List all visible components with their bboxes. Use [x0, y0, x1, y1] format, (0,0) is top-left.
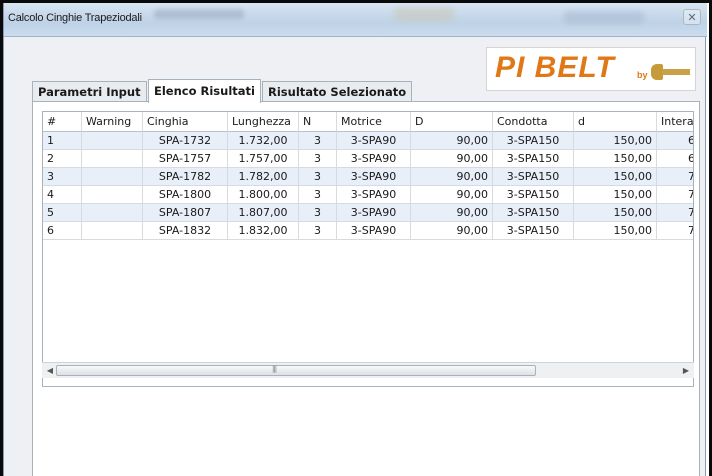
cell-index: 5	[43, 204, 82, 222]
cell-motrice: 3-SPA90	[337, 168, 411, 186]
cell-lunghezza: 1.757,00	[228, 150, 299, 168]
cell-condotta: 3-SPA150	[493, 168, 574, 186]
title-bar[interactable]: Calcolo Cinghie Trapeziodali ✕	[4, 3, 707, 37]
cell-n: 3	[299, 186, 337, 204]
table-row[interactable]: 1 SPA-1732 1.732,00 3 3-SPA90 90,00 3-SPA150 15…	[43, 132, 693, 150]
tab-parametri-input[interactable]: Parametri Input	[32, 81, 147, 102]
cell-warning	[82, 168, 143, 186]
cell-interasse: 71	[657, 186, 693, 204]
cell-d-condotta: 150,00	[574, 168, 657, 186]
logo-brand-text: PI BELT	[495, 51, 615, 84]
cell-d-motrice: 90,00	[411, 204, 493, 222]
cell-cinghia: SPA-1832	[143, 222, 228, 240]
cell-d-motrice: 90,00	[411, 222, 493, 240]
column-header-lunghezza[interactable]: Lunghezza	[228, 112, 299, 132]
cell-index: 2	[43, 150, 82, 168]
cell-d-condotta: 150,00	[574, 132, 657, 150]
cell-n: 3	[299, 168, 337, 186]
cell-d-motrice: 90,00	[411, 186, 493, 204]
column-header-cinghia[interactable]: Cinghia	[143, 112, 228, 132]
cell-motrice: 3-SPA90	[337, 186, 411, 204]
app-window: Calcolo Cinghie Trapeziodali ✕ PI BELT b…	[3, 3, 707, 476]
scroll-grip-icon: |||	[272, 365, 277, 373]
table-row[interactable]: 5 SPA-1807 1.807,00 3 3-SPA90 90,00 3-SPA150 15…	[43, 204, 693, 222]
table-row[interactable]: 2 SPA-1757 1.757,00 3 3-SPA90 90,00 3-SPA150 15…	[43, 150, 693, 168]
cell-condotta: 3-SPA150	[493, 222, 574, 240]
cell-condotta: 3-SPA150	[493, 150, 574, 168]
results-panel: # Warning Cinghia Lunghezza N Motrice D Condott…	[32, 101, 700, 476]
cell-lunghezza: 1.832,00	[228, 222, 299, 240]
column-header-interasse[interactable]: Intera	[657, 112, 693, 132]
table-row[interactable]: 3 SPA-1782 1.782,00 3 3-SPA90 90,00 3-SPA150 15…	[43, 168, 693, 186]
column-header-condotta[interactable]: Condotta	[493, 112, 574, 132]
cell-warning	[82, 186, 143, 204]
cell-condotta: 3-SPA150	[493, 204, 574, 222]
column-header-motrice[interactable]: Motrice	[337, 112, 411, 132]
cell-cinghia: SPA-1800	[143, 186, 228, 204]
cell-d-motrice: 90,00	[411, 168, 493, 186]
column-header-d-motrice[interactable]: D	[411, 112, 493, 132]
column-header-n[interactable]: N	[299, 112, 337, 132]
cell-d-condotta: 150,00	[574, 222, 657, 240]
table-row[interactable]: 4 SPA-1800 1.800,00 3 3-SPA90 90,00 3-SPA150 15…	[43, 186, 693, 204]
cell-interasse: 70	[657, 168, 693, 186]
cell-interasse: 67	[657, 132, 693, 150]
scroll-thumb[interactable]	[56, 365, 536, 376]
cell-lunghezza: 1.800,00	[228, 186, 299, 204]
cell-index: 1	[43, 132, 82, 150]
cell-n: 3	[299, 132, 337, 150]
cell-d-condotta: 150,00	[574, 204, 657, 222]
cell-d-motrice: 90,00	[411, 150, 493, 168]
cell-interasse: 71	[657, 204, 693, 222]
column-header-d-condotta[interactable]: d	[574, 112, 657, 132]
window-title: Calcolo Cinghie Trapeziodali	[8, 12, 142, 24]
cell-warning	[82, 204, 143, 222]
cell-index: 3	[43, 168, 82, 186]
cell-motrice: 3-SPA90	[337, 204, 411, 222]
tab-elenco-risultati[interactable]: Elenco Risultati	[148, 79, 261, 103]
column-header-warning[interactable]: Warning	[82, 112, 143, 132]
horizontal-scrollbar[interactable]: ◀ ||| ▶	[42, 362, 694, 378]
cell-lunghezza: 1.732,00	[228, 132, 299, 150]
cell-n: 3	[299, 150, 337, 168]
cell-cinghia: SPA-1807	[143, 204, 228, 222]
grid-header-row: # Warning Cinghia Lunghezza N Motrice D Condott…	[43, 112, 693, 132]
cell-index: 4	[43, 186, 82, 204]
manufacturer-logo-icon	[651, 64, 691, 80]
results-grid[interactable]: # Warning Cinghia Lunghezza N Motrice D Condott…	[42, 111, 694, 387]
scroll-left-icon[interactable]: ◀	[44, 364, 56, 377]
cell-index: 6	[43, 222, 82, 240]
cell-lunghezza: 1.807,00	[228, 204, 299, 222]
cell-condotta: 3-SPA150	[493, 186, 574, 204]
cell-interasse: 68	[657, 150, 693, 168]
cell-cinghia: SPA-1782	[143, 168, 228, 186]
pi-belt-logo: PI BELT by	[486, 47, 696, 91]
cell-interasse: 72	[657, 222, 693, 240]
column-header-index[interactable]: #	[43, 112, 82, 132]
cell-n: 3	[299, 204, 337, 222]
cell-warning	[82, 132, 143, 150]
cell-d-condotta: 150,00	[574, 150, 657, 168]
cell-motrice: 3-SPA90	[337, 132, 411, 150]
tab-risultato-selezionato[interactable]: Risultato Selezionato	[262, 81, 413, 102]
cell-d-condotta: 150,00	[574, 186, 657, 204]
cell-cinghia: SPA-1732	[143, 132, 228, 150]
cell-motrice: 3-SPA90	[337, 222, 411, 240]
cell-n: 3	[299, 222, 337, 240]
cell-cinghia: SPA-1757	[143, 150, 228, 168]
close-button[interactable]: ✕	[683, 9, 701, 25]
cell-condotta: 3-SPA150	[493, 132, 574, 150]
cell-motrice: 3-SPA90	[337, 150, 411, 168]
scroll-right-icon[interactable]: ▶	[680, 364, 692, 377]
cell-lunghezza: 1.782,00	[228, 168, 299, 186]
cell-d-motrice: 90,00	[411, 132, 493, 150]
logo-by-text: by	[637, 70, 648, 80]
cell-warning	[82, 150, 143, 168]
cell-warning	[82, 222, 143, 240]
table-row[interactable]: 6 SPA-1832 1.832,00 3 3-SPA90 90,00 3-SPA150 15…	[43, 222, 693, 240]
